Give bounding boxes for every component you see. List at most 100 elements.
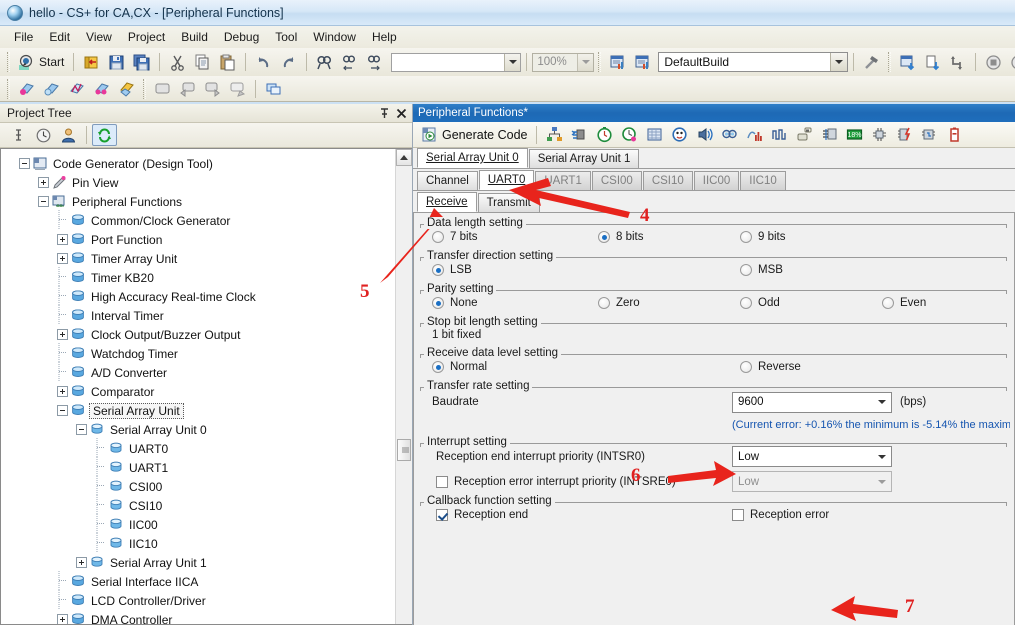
tab-channel-iic10[interactable]: IIC10 xyxy=(740,171,786,190)
build-project-button[interactable] xyxy=(605,51,630,73)
radio-9bits-dot[interactable] xyxy=(740,231,752,243)
tab-direction-receive[interactable]: Receive xyxy=(417,192,477,212)
pin-button-2[interactable] xyxy=(567,124,592,146)
tab-channel-channel[interactable]: Channel xyxy=(417,171,478,190)
save-all-button[interactable] xyxy=(129,51,154,73)
tree-node[interactable]: Timer KB20 xyxy=(1,266,395,287)
tab-channel-csi10[interactable]: CSI10 xyxy=(642,171,693,190)
tree-node[interactable]: Watchdog Timer xyxy=(1,342,395,363)
radio-parity-zero[interactable]: Zero xyxy=(598,297,740,309)
tab-channel-csi00[interactable]: CSI00 xyxy=(591,171,642,190)
panel-down-button[interactable] xyxy=(225,78,250,100)
tab-row-direction[interactable]: Receive Transmit xyxy=(413,192,1015,212)
menu-item-help[interactable]: Help xyxy=(364,27,405,47)
menu-item-edit[interactable]: Edit xyxy=(41,27,78,47)
panel-button[interactable] xyxy=(150,78,175,100)
find-previous-button[interactable] xyxy=(337,51,362,73)
pin-icon[interactable] xyxy=(377,106,391,120)
close-icon[interactable] xyxy=(394,106,408,120)
interrupt-button[interactable] xyxy=(867,124,892,146)
radio-7bits-dot[interactable] xyxy=(432,231,444,243)
tree-node[interactable]: Code Generator (Design Tool) xyxy=(1,154,395,173)
generate-code-button[interactable]: Generate Code xyxy=(417,124,531,146)
panel-right-button[interactable] xyxy=(200,78,225,100)
tab-unit-serial-array-unit-1[interactable]: Serial Array Unit 1 xyxy=(528,149,640,168)
tree-node[interactable]: UART1 xyxy=(1,456,395,477)
port-button[interactable] xyxy=(542,124,567,146)
reception-end-priority-arrow[interactable] xyxy=(873,448,890,465)
paste-button[interactable] xyxy=(215,51,240,73)
build-config-combo[interactable]: DefaultBuild xyxy=(658,52,849,72)
search-combo[interactable] xyxy=(391,52,522,72)
tree-collapse-toggle[interactable] xyxy=(38,196,49,207)
radio-msb[interactable]: MSB xyxy=(740,264,783,276)
radio-parity-zero-dot[interactable] xyxy=(598,297,610,309)
tab-channel-iic00[interactable]: IIC00 xyxy=(693,171,740,190)
stop-button[interactable] xyxy=(981,51,1006,73)
tree-node[interactable]: Peripheral Functions xyxy=(1,192,395,211)
tree-node[interactable]: Common/Clock Generator xyxy=(1,209,395,230)
tab-row-channel[interactable]: Channel UART0 UART1 CSI00 CSI10 IIC00 IIC10 xyxy=(413,170,1015,190)
menu-item-file[interactable]: File xyxy=(6,27,41,47)
checkbox-reception-error-box[interactable] xyxy=(732,509,744,521)
tree-node[interactable]: A/D Converter xyxy=(1,361,395,382)
tree-node[interactable]: High Accuracy Real-time Clock xyxy=(1,285,395,306)
trace-chart-button[interactable] xyxy=(64,78,89,100)
rebuild-project-button[interactable] xyxy=(630,51,655,73)
build-download-button[interactable] xyxy=(920,51,945,73)
radio-lsb-dot[interactable] xyxy=(432,264,444,276)
save-button[interactable] xyxy=(104,51,129,73)
menu-item-project[interactable]: Project xyxy=(120,27,173,47)
rtc-button[interactable] xyxy=(667,124,692,146)
checkbox-reception-end[interactable]: Reception end xyxy=(436,509,732,521)
timer-button[interactable] xyxy=(592,124,617,146)
radio-msb-dot[interactable] xyxy=(740,264,752,276)
radio-normal-dot[interactable] xyxy=(432,361,444,373)
radio-parity-odd[interactable]: Odd xyxy=(740,297,882,309)
comparator-button[interactable] xyxy=(717,124,742,146)
toolbar-grip-3[interactable] xyxy=(888,52,892,72)
tree-node[interactable]: Serial Interface IICA xyxy=(1,570,395,591)
tree-node[interactable]: IIC00 xyxy=(1,513,395,534)
erase-breakpoints-button[interactable] xyxy=(114,78,139,100)
baudrate-combo-arrow[interactable] xyxy=(873,394,890,411)
checkbox-reception-error[interactable]: Reception error xyxy=(732,509,829,521)
tree-collapse-toggle[interactable] xyxy=(19,158,30,169)
find-next-button[interactable] xyxy=(362,51,387,73)
hammer-build-button[interactable] xyxy=(859,51,884,73)
radio-parity-none-dot[interactable] xyxy=(432,297,444,309)
tree-vertical-scrollbar[interactable] xyxy=(395,149,412,624)
menu-item-window[interactable]: Window xyxy=(305,27,364,47)
menu-item-build[interactable]: Build xyxy=(173,27,216,47)
tree-node[interactable]: Interval Timer xyxy=(1,304,395,325)
user-button[interactable] xyxy=(56,124,81,146)
search-combo-arrow[interactable] xyxy=(504,53,521,71)
reception-error-priority-box[interactable] xyxy=(436,475,448,488)
voltage-button[interactable]: 18% xyxy=(842,124,867,146)
tree-node[interactable]: CSI10 xyxy=(1,494,395,515)
download-button[interactable] xyxy=(895,51,920,73)
toolbar-grip[interactable] xyxy=(7,52,10,72)
tree-expand-toggle[interactable] xyxy=(57,234,68,245)
radio-8bits[interactable]: 8 bits xyxy=(598,231,740,243)
scroll-up-arrow[interactable] xyxy=(396,149,412,166)
radio-normal[interactable]: Normal xyxy=(432,361,740,373)
tree-expand-toggle[interactable] xyxy=(57,253,68,264)
radio-7bits[interactable]: 7 bits xyxy=(432,231,598,243)
battery-button[interactable] xyxy=(942,124,967,146)
tree-node[interactable]: Comparator xyxy=(1,382,395,401)
restart-button[interactable] xyxy=(945,51,970,73)
radio-parity-even[interactable]: Even xyxy=(882,297,926,309)
menu-item-debug[interactable]: Debug xyxy=(216,27,267,47)
zoom-combo[interactable]: 100% xyxy=(532,52,595,72)
baudrate-combo[interactable]: 9600 xyxy=(732,391,892,413)
radio-reverse[interactable]: Reverse xyxy=(740,361,801,373)
tree-node[interactable]: UART0 xyxy=(1,437,395,458)
ad-converter-button[interactable] xyxy=(742,124,767,146)
tree-node[interactable]: CSI00 xyxy=(1,475,395,496)
radio-parity-odd-dot[interactable] xyxy=(740,297,752,309)
tab-row-unit[interactable]: Serial Array Unit 0 Serial Array Unit 1 xyxy=(413,148,1015,168)
buzzer-button[interactable] xyxy=(692,124,717,146)
tree-node[interactable]: DMA Controller xyxy=(1,610,395,624)
reset-button[interactable] xyxy=(892,124,917,146)
